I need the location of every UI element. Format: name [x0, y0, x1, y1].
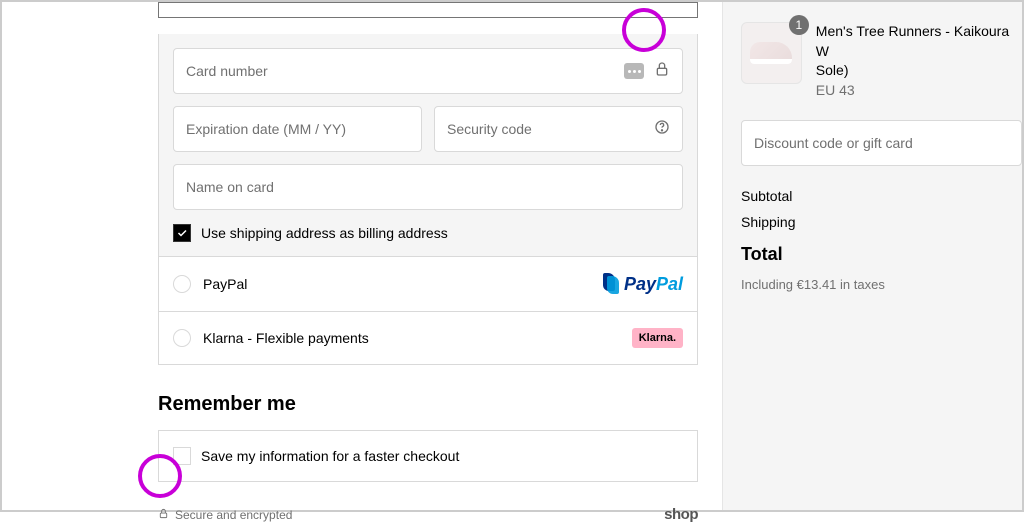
paypal-option[interactable]: PayPal PayPal — [158, 257, 698, 312]
remember-me-box: Save my information for a faster checkou… — [158, 430, 698, 482]
klarna-logo: Klarna. — [632, 328, 683, 348]
card-details-panel: Use shipping address as billing address — [158, 34, 698, 257]
shoe-icon — [750, 42, 792, 64]
qty-badge: 1 — [789, 15, 809, 35]
klarna-label: Klarna - Flexible payments — [203, 330, 369, 346]
cvc-field[interactable] — [434, 106, 683, 152]
product-thumbnail: 1 — [741, 22, 802, 84]
billing-address-checkbox[interactable] — [173, 224, 191, 242]
discount-input[interactable] — [754, 135, 1009, 151]
shipping-label: Shipping — [741, 214, 796, 230]
klarna-radio[interactable] — [173, 329, 191, 347]
taxes-text: Including €13.41 in taxes — [741, 277, 1022, 292]
remember-me-heading: Remember me — [158, 393, 698, 416]
paypal-label: PayPal — [203, 276, 247, 292]
discount-field[interactable] — [741, 120, 1022, 166]
lock-icon — [654, 61, 670, 82]
card-number-field[interactable] — [173, 48, 683, 94]
order-summary-panel: 1 Men's Tree Runners - Kaikoura W Sole) … — [722, 2, 1022, 510]
cvc-input[interactable] — [447, 121, 654, 137]
klarna-option[interactable]: Klarna - Flexible payments Klarna. — [158, 312, 698, 365]
paypal-radio[interactable] — [173, 275, 191, 293]
save-info-label: Save my information for a faster checkou… — [201, 448, 459, 464]
name-input[interactable] — [186, 179, 670, 195]
total-label: Total — [741, 244, 783, 265]
billing-address-label: Use shipping address as billing address — [201, 225, 448, 241]
shop-logo: shop — [664, 506, 698, 523]
product-subtitle: Sole) — [816, 61, 1022, 81]
product-variant: EU 43 — [816, 81, 1022, 101]
expiry-field[interactable] — [173, 106, 422, 152]
save-info-checkbox[interactable] — [173, 447, 191, 465]
lock-icon — [158, 508, 169, 522]
cart-item: 1 Men's Tree Runners - Kaikoura W Sole) … — [741, 22, 1022, 100]
card-dots-icon — [624, 63, 644, 79]
subtotal-label: Subtotal — [741, 188, 792, 204]
help-icon[interactable] — [654, 119, 670, 140]
card-number-input[interactable] — [186, 63, 624, 79]
expiry-input[interactable] — [186, 121, 409, 137]
name-field[interactable] — [173, 164, 683, 210]
product-title: Men's Tree Runners - Kaikoura W — [816, 22, 1022, 61]
card-section-top-border — [158, 2, 698, 18]
secure-text: Secure and encrypted — [175, 508, 292, 522]
paypal-logo: PayPal — [603, 273, 683, 295]
